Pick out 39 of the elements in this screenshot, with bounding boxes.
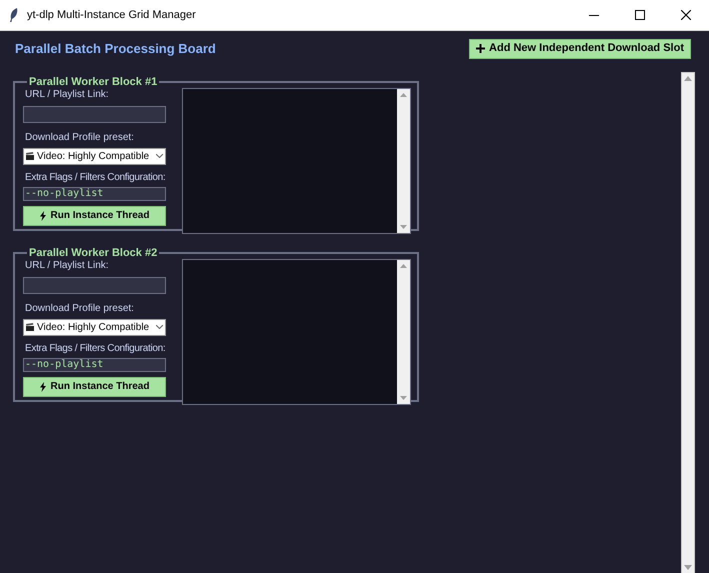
chevron-down-icon [156, 154, 163, 158]
board-title: Parallel Batch Processing Board [15, 40, 216, 58]
url-input-field[interactable] [23, 276, 166, 294]
plus-icon [476, 44, 486, 53]
flags-input-field[interactable]: --no-playlist [23, 358, 166, 372]
field-label: URL / Playlist Link: [25, 88, 110, 100]
lightning-icon [40, 210, 46, 220]
log-scrollbar[interactable] [397, 260, 410, 404]
clapperboard-icon [26, 152, 34, 160]
field-label: Extra Flags / Filters Configuration: [25, 170, 166, 184]
lightning-icon [40, 382, 46, 392]
scroll-down-icon[interactable] [400, 224, 407, 228]
scroll-up-icon[interactable] [400, 264, 407, 268]
scrollbar[interactable] [681, 72, 695, 573]
chevron-down-icon [156, 325, 163, 329]
maximize-icon [635, 10, 645, 20]
url-input-field[interactable] [23, 106, 166, 122]
window-title: yt-dlp Multi-Instance Grid Manager [27, 8, 196, 23]
field-label: Download Profile preset: [25, 302, 135, 314]
panel-title: Parallel Worker Block #2 [28, 246, 158, 260]
panel-title: Parallel Worker Block #1 [28, 75, 158, 90]
flags-input-field[interactable]: --no-playlist [23, 186, 166, 200]
field-label: URL / Playlist Link: [25, 258, 110, 272]
run-instance-button[interactable]: Run Instance Thread [23, 376, 166, 396]
close-icon [681, 10, 691, 20]
scroll-down-icon[interactable] [684, 565, 692, 570]
profile-dropdown[interactable]: Video: Highly Compatible [23, 148, 166, 164]
add-slot-button[interactable]: Add New Independent Download Slot [469, 38, 691, 58]
run-instance-button[interactable]: Run Instance Thread [23, 206, 166, 226]
profile-dropdown[interactable]: Video: Highly Compatible [23, 318, 166, 336]
minimize-icon [589, 14, 599, 16]
scroll-up-icon[interactable] [684, 76, 692, 81]
log-scrollbar[interactable] [397, 88, 410, 232]
clapperboard-icon [26, 323, 34, 331]
scroll-down-icon[interactable] [400, 396, 407, 400]
field-label: Extra Flags / Filters Configuration: [25, 342, 166, 354]
feather-icon [9, 8, 19, 22]
field-label: Download Profile preset: [25, 130, 135, 144]
scroll-up-icon[interactable] [400, 92, 407, 96]
